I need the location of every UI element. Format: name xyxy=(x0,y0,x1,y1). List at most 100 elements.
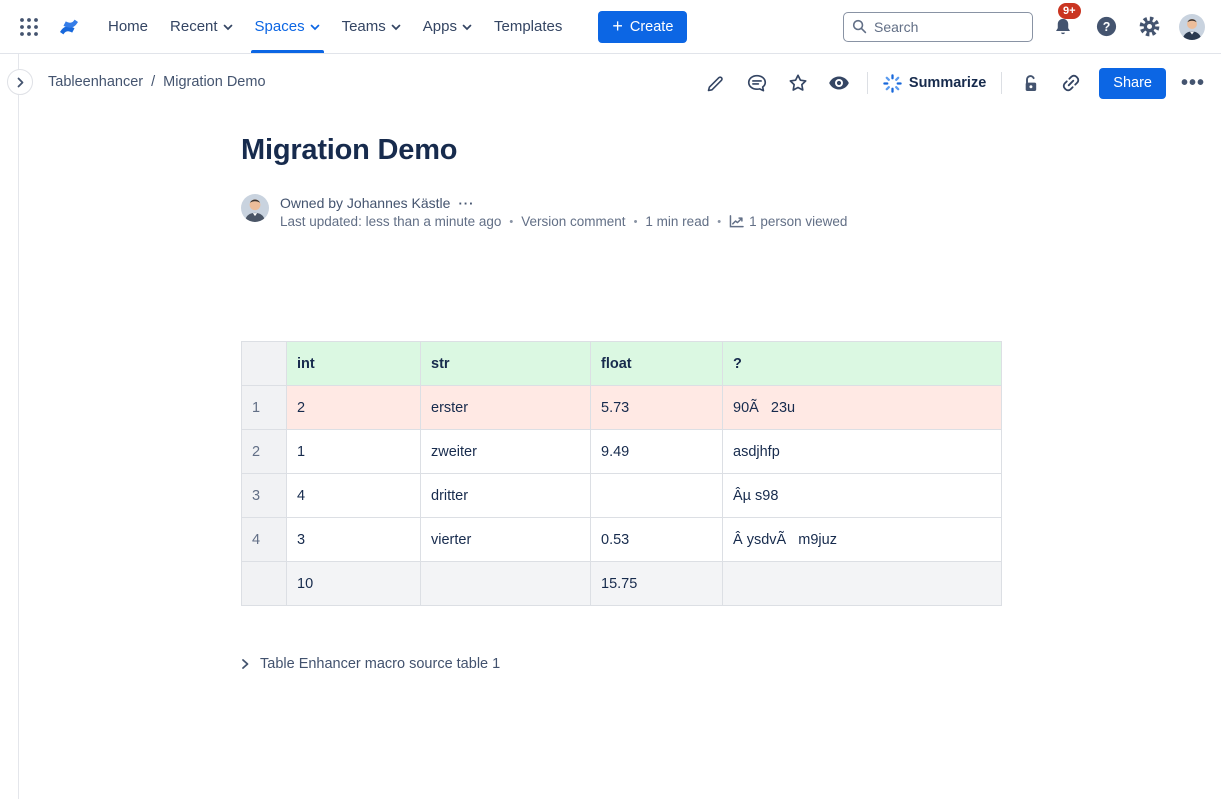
confluence-logo-icon[interactable] xyxy=(54,13,84,41)
nav-recent[interactable]: Recent xyxy=(166,0,237,53)
nav-spaces-label: Spaces xyxy=(255,18,305,35)
table-cell[interactable] xyxy=(421,562,591,606)
views-link[interactable]: 1 person viewed xyxy=(729,214,847,229)
last-updated-text[interactable]: Last updated: less than a minute ago xyxy=(280,214,501,229)
expand-sidebar-button[interactable] xyxy=(7,69,33,95)
copy-link-button[interactable] xyxy=(1058,70,1084,96)
row-number[interactable]: 2 xyxy=(242,430,287,474)
notifications-button[interactable]: 9+ xyxy=(1050,14,1076,40)
nav-home[interactable]: Home xyxy=(104,0,152,53)
plus-icon: + xyxy=(612,17,623,35)
search-icon xyxy=(852,19,867,34)
summarize-button[interactable]: Summarize xyxy=(883,74,986,93)
toolbar-divider xyxy=(1001,72,1002,94)
table-cell[interactable]: 9.49 xyxy=(591,430,723,474)
column-header[interactable]: float xyxy=(591,342,723,386)
help-button[interactable]: ? xyxy=(1093,14,1119,40)
restrictions-button[interactable] xyxy=(1017,70,1043,96)
read-time-text: 1 min read xyxy=(645,214,709,229)
search-input[interactable] xyxy=(874,19,1024,35)
star-icon xyxy=(787,72,809,94)
table-row: 1 2 erster 5.73 90Ã 23u xyxy=(242,386,1002,430)
owned-by-text[interactable]: Owned by Johannes Kästle xyxy=(280,195,450,211)
sidebar-divider xyxy=(18,54,19,799)
nav-teams[interactable]: Teams xyxy=(338,0,405,53)
table-cell[interactable]: Â ysdvÃ m9juz xyxy=(723,518,1002,562)
row-number[interactable]: 4 xyxy=(242,518,287,562)
table-cell[interactable]: Âµ s98 xyxy=(723,474,1002,518)
breadcrumb-separator: / xyxy=(151,74,155,90)
owner-avatar[interactable] xyxy=(241,194,269,222)
owner-avatar-photo xyxy=(241,194,269,222)
breadcrumb-space-link[interactable]: Tableenhancer xyxy=(48,74,143,90)
nav-templates-label: Templates xyxy=(494,18,562,35)
expand-macro-section[interactable]: Table Enhancer macro source table 1 xyxy=(241,656,1221,672)
table-cell[interactable]: erster xyxy=(421,386,591,430)
row-number[interactable]: 3 xyxy=(242,474,287,518)
nav-home-label: Home xyxy=(108,18,148,35)
nav-teams-label: Teams xyxy=(342,18,386,35)
table-cell[interactable] xyxy=(723,562,1002,606)
nav-recent-label: Recent xyxy=(170,18,218,35)
eye-icon xyxy=(827,71,851,95)
create-button[interactable]: + Create xyxy=(598,11,687,43)
toolbar-divider xyxy=(867,72,868,94)
table-row: 3 4 dritter Âµ s98 xyxy=(242,474,1002,518)
table-cell[interactable]: 90Ã 23u xyxy=(723,386,1002,430)
chevron-down-icon xyxy=(462,24,472,31)
unlock-icon xyxy=(1020,73,1041,94)
notification-badge: 9+ xyxy=(1058,3,1081,19)
table-cell[interactable]: 4 xyxy=(287,474,421,518)
question-icon: ? xyxy=(1095,15,1118,38)
table-cell[interactable]: asdjhfp xyxy=(723,430,1002,474)
table-cell[interactable] xyxy=(591,474,723,518)
edit-button[interactable] xyxy=(703,70,729,96)
share-button[interactable]: Share xyxy=(1099,68,1166,99)
breadcrumb-current-page[interactable]: Migration Demo xyxy=(163,74,265,90)
column-header[interactable]: str xyxy=(421,342,591,386)
table-cell[interactable]: 2 xyxy=(287,386,421,430)
app-switcher-icon[interactable] xyxy=(16,14,42,40)
table-cell[interactable]: 1 xyxy=(287,430,421,474)
column-header[interactable]: int xyxy=(287,342,421,386)
views-label: 1 person viewed xyxy=(749,214,847,229)
version-comment-link[interactable]: Version comment xyxy=(521,214,625,229)
table-cell[interactable]: 5.73 xyxy=(591,386,723,430)
nav-apps[interactable]: Apps xyxy=(419,0,476,53)
settings-button[interactable] xyxy=(1136,14,1162,40)
more-actions-button[interactable]: ••• xyxy=(1181,78,1205,88)
bell-icon xyxy=(1052,16,1074,38)
watch-button[interactable] xyxy=(826,70,852,96)
nav-spaces[interactable]: Spaces xyxy=(251,0,324,53)
page-actions-toolbar: Summarize Share xyxy=(703,66,1205,100)
table-cell[interactable]: 10 xyxy=(287,562,421,606)
byline-more-button[interactable]: ··· xyxy=(458,196,474,211)
chevron-down-icon xyxy=(391,24,401,31)
meta-separator: • xyxy=(717,216,721,228)
table-cell[interactable]: vierter xyxy=(421,518,591,562)
star-button[interactable] xyxy=(785,70,811,96)
meta-separator: • xyxy=(509,216,513,228)
column-header[interactable]: ? xyxy=(723,342,1002,386)
table-cell[interactable]: 15.75 xyxy=(591,562,723,606)
avatar-photo xyxy=(1179,14,1205,40)
comment-icon xyxy=(746,72,768,94)
table-summary-row: 10 15.75 xyxy=(242,562,1002,606)
row-number[interactable]: 1 xyxy=(242,386,287,430)
breadcrumb: Tableenhancer / Migration Demo xyxy=(48,74,266,90)
summarize-label: Summarize xyxy=(909,75,986,91)
table-cell[interactable]: 3 xyxy=(287,518,421,562)
table-cell[interactable]: zweiter xyxy=(421,430,591,474)
user-avatar[interactable] xyxy=(1179,14,1205,40)
search-box[interactable] xyxy=(843,12,1033,42)
pencil-icon xyxy=(705,73,726,94)
ai-sparkle-icon xyxy=(883,74,902,93)
comment-button[interactable] xyxy=(744,70,770,96)
table-cell[interactable]: dritter xyxy=(421,474,591,518)
table-cell[interactable]: 0.53 xyxy=(591,518,723,562)
create-button-label: Create xyxy=(630,19,674,35)
nav-templates[interactable]: Templates xyxy=(490,0,566,53)
byline: Owned by Johannes Kästle ··· Last update… xyxy=(241,194,1221,229)
analytics-icon xyxy=(729,215,744,228)
page-header-bar: Tableenhancer / Migration Demo xyxy=(0,54,1221,112)
